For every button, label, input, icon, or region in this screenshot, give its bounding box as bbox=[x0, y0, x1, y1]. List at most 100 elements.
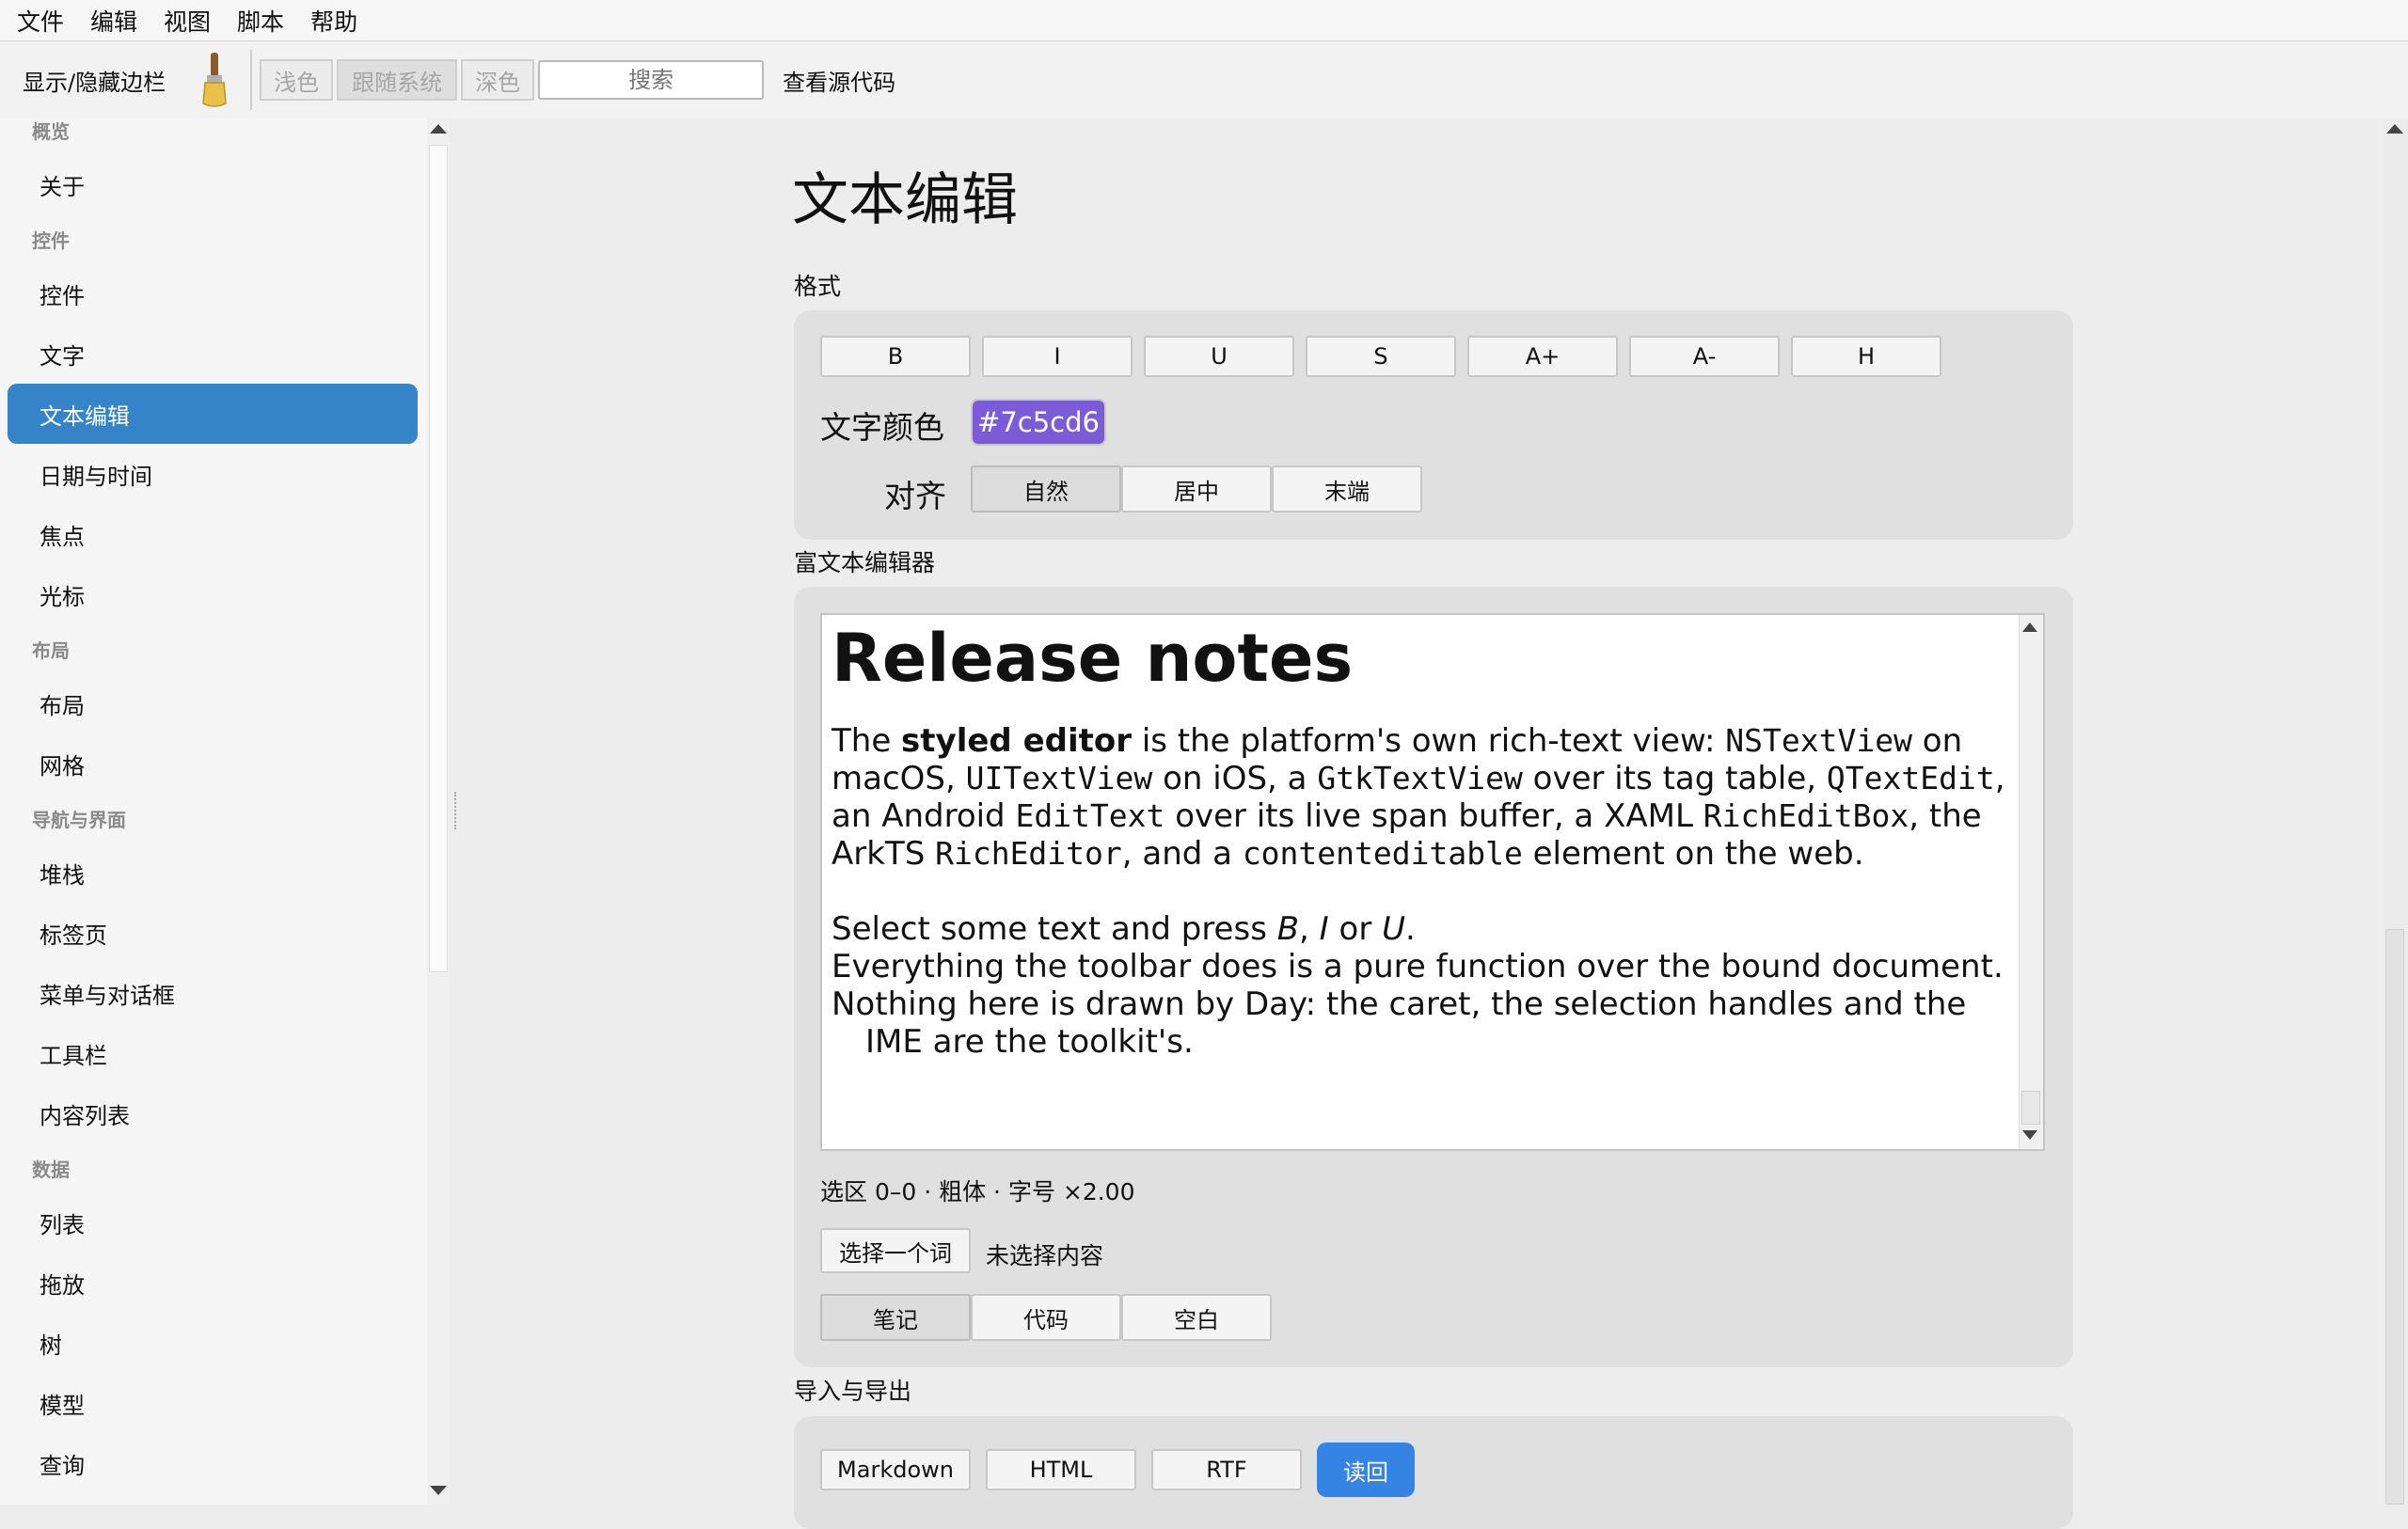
sidebar-section-navigation: 导航与界面 bbox=[32, 808, 126, 831]
editor-scrollbar[interactable] bbox=[2019, 615, 2043, 1149]
scroll-down-icon[interactable] bbox=[430, 1486, 447, 1495]
export-rtf-button[interactable]: RTF bbox=[1151, 1449, 1302, 1490]
text-run: on iOS, a bbox=[1152, 760, 1318, 797]
scroll-up-icon[interactable] bbox=[430, 124, 447, 134]
toggle-sidebar-button[interactable]: 显示/隐藏边栏 bbox=[23, 64, 166, 97]
sidebar-item-layout[interactable]: 布局 bbox=[8, 673, 418, 733]
menu-edit[interactable]: 编辑 bbox=[90, 4, 137, 38]
view-source-button[interactable]: 查看源代码 bbox=[783, 64, 895, 97]
scroll-down-icon[interactable] bbox=[2022, 1130, 2037, 1140]
select-word-button[interactable]: 选择一个词 bbox=[820, 1228, 971, 1273]
text-run: , and a bbox=[1121, 835, 1243, 873]
editor-scroll-thumb[interactable] bbox=[2021, 1091, 2040, 1125]
text-run: Nothing here is drawn by Day: the caret,… bbox=[832, 985, 1967, 1023]
theme-system-button[interactable]: 跟随系统 bbox=[337, 59, 458, 101]
sidebar-item-tree[interactable]: 树 bbox=[8, 1313, 418, 1373]
sidebar-item-text[interactable]: 文字 bbox=[8, 323, 418, 384]
mode-code-button[interactable]: 代码 bbox=[971, 1294, 1121, 1341]
sidebar-item-stack[interactable]: 堆栈 bbox=[8, 843, 418, 903]
sidebar-item-tabs[interactable]: 标签页 bbox=[8, 903, 418, 963]
menu-script[interactable]: 脚本 bbox=[237, 4, 284, 38]
text-run: over its tag table, bbox=[1522, 760, 1827, 797]
sidebar: 概览 关于 控件 控件 文字 文本编辑 日期与时间 焦点 光标 布局 布局 网格… bbox=[0, 118, 427, 1505]
sidebar-section-data: 数据 bbox=[32, 1158, 70, 1181]
import-export-label: 导入与导出 bbox=[794, 1378, 912, 1405]
toolbar-separator bbox=[250, 50, 253, 110]
theme-segmented-control: 浅色 跟随系统 深色 bbox=[260, 59, 538, 101]
paintbrush-icon[interactable] bbox=[196, 51, 233, 109]
sidebar-item-menus-dialogs[interactable]: 菜单与对话框 bbox=[8, 963, 418, 1023]
sidebar-item-about[interactable]: 关于 bbox=[8, 154, 418, 214]
theme-light-button[interactable]: 浅色 bbox=[260, 59, 334, 101]
menu-view[interactable]: 视图 bbox=[164, 4, 211, 38]
text-run: is the platform's own rich-text view: bbox=[1132, 722, 1726, 760]
sidebar-scrollbar[interactable] bbox=[427, 118, 450, 1505]
read-back-button[interactable]: 读回 bbox=[1317, 1442, 1415, 1497]
italic-run: B bbox=[1276, 910, 1300, 948]
code-run: NSTextView bbox=[1725, 722, 1912, 759]
toolbar: 显示/隐藏边栏 浅色 跟随系统 深色 查看源代码 bbox=[0, 41, 2408, 118]
sidebar-item-content-list[interactable]: 内容列表 bbox=[8, 1083, 418, 1143]
text-run: IME are the toolkit's. bbox=[865, 1023, 1194, 1061]
sidebar-item-text-editing[interactable]: 文本编辑 bbox=[8, 384, 418, 444]
no-selection-label: 未选择内容 bbox=[986, 1242, 1104, 1269]
bold-button[interactable]: B bbox=[820, 336, 971, 377]
italic-button[interactable]: I bbox=[982, 336, 1133, 377]
editor-paragraph-2: Select some text and press B, I or U. bbox=[832, 910, 2019, 948]
editor-paragraph-1: The styled editor is the platform's own … bbox=[832, 722, 2019, 873]
mode-blank-button[interactable]: 空白 bbox=[1121, 1294, 1272, 1341]
sidebar-item-widgets[interactable]: 控件 bbox=[8, 263, 418, 323]
italic-run: I bbox=[1319, 910, 1329, 948]
decrease-font-button[interactable]: A- bbox=[1629, 336, 1780, 377]
menu-help[interactable]: 帮助 bbox=[310, 4, 357, 38]
increase-font-button[interactable]: A+ bbox=[1467, 336, 1618, 377]
italic-run: U bbox=[1382, 910, 1405, 948]
text-run: The bbox=[832, 722, 902, 760]
format-section-label: 格式 bbox=[794, 273, 842, 300]
align-center-button[interactable]: 居中 bbox=[1121, 465, 1272, 512]
export-html-button[interactable]: HTML bbox=[986, 1449, 1136, 1490]
scroll-up-icon[interactable] bbox=[2022, 623, 2037, 632]
editor-content[interactable]: Release notes The styled editor is the p… bbox=[832, 621, 2019, 1061]
align-natural-button[interactable]: 自然 bbox=[971, 465, 1121, 512]
editor-paragraph-3: Everything the toolbar does is a pure fu… bbox=[832, 948, 2004, 985]
search-input[interactable] bbox=[538, 60, 765, 100]
rich-editor-label: 富文本编辑器 bbox=[794, 549, 936, 576]
align-end-button[interactable]: 末端 bbox=[1272, 465, 1422, 512]
sidebar-item-grid[interactable]: 网格 bbox=[8, 733, 418, 794]
underline-button[interactable]: U bbox=[1144, 336, 1294, 377]
sidebar-section-layout: 布局 bbox=[32, 638, 70, 662]
text-run: or bbox=[1328, 910, 1383, 948]
sidebar-item-date-time[interactable]: 日期与时间 bbox=[8, 444, 418, 504]
export-markdown-button[interactable]: Markdown bbox=[820, 1449, 971, 1490]
selection-status: 选区 0–0 · 粗体 · 字号 ×2.00 bbox=[820, 1178, 1135, 1206]
text-run: , bbox=[1299, 910, 1320, 948]
text-color-picker[interactable]: #7c5cd6 bbox=[971, 399, 1106, 446]
strikethrough-button[interactable]: S bbox=[1306, 336, 1456, 377]
code-run: GtkTextView bbox=[1317, 760, 1523, 796]
sidebar-item-query[interactable]: 查询 bbox=[8, 1433, 418, 1493]
scroll-up-icon[interactable] bbox=[2386, 124, 2403, 134]
sidebar-scroll-thumb[interactable] bbox=[429, 145, 448, 972]
code-run: EditText bbox=[1015, 797, 1165, 834]
highlight-button[interactable]: H bbox=[1791, 336, 1941, 377]
mode-notes-button[interactable]: 笔记 bbox=[820, 1294, 971, 1341]
text-run: . bbox=[1405, 910, 1416, 948]
code-run: RichEditor bbox=[935, 835, 1122, 872]
sidebar-item-model[interactable]: 模型 bbox=[8, 1373, 418, 1433]
sidebar-item-list[interactable]: 列表 bbox=[8, 1192, 418, 1253]
content-scrollbar[interactable] bbox=[2382, 118, 2408, 1505]
page-title: 文本编辑 bbox=[792, 167, 1018, 233]
code-run: RichEditBox bbox=[1703, 797, 1909, 834]
align-label: 对齐 bbox=[884, 478, 946, 514]
sidebar-item-focus[interactable]: 焦点 bbox=[8, 504, 418, 564]
sidebar-item-drag-drop[interactable]: 拖放 bbox=[8, 1253, 418, 1313]
sidebar-item-cursor[interactable]: 光标 bbox=[8, 564, 418, 624]
rich-text-editor[interactable]: Release notes The styled editor is the p… bbox=[820, 613, 2045, 1151]
code-run: QTextEdit bbox=[1826, 760, 1995, 796]
menu-file[interactable]: 文件 bbox=[17, 4, 64, 38]
content-scroll-thumb[interactable] bbox=[2385, 929, 2404, 1505]
sidebar-item-toolbar[interactable]: 工具栏 bbox=[8, 1023, 418, 1083]
editor-paragraph-4: Nothing here is drawn by Day: the caret,… bbox=[832, 985, 2019, 1061]
theme-dark-button[interactable]: 深色 bbox=[461, 59, 535, 101]
